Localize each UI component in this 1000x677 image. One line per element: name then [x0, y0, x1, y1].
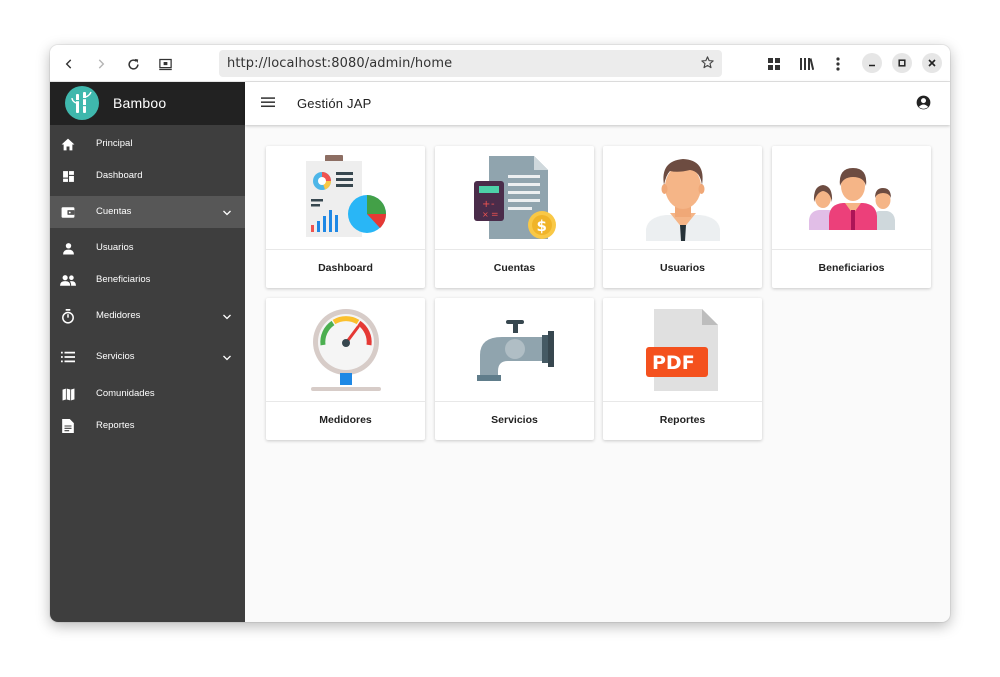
address-bar[interactable]: http://localhost:8080/admin/home: [219, 50, 722, 77]
sidebar-item-cuentas[interactable]: Cuentas: [50, 196, 245, 228]
sidebar-item-medidores[interactable]: Medidores: [50, 300, 245, 332]
app-bar: Gestión JAP: [245, 82, 950, 125]
pdf-file-illustration: PDF: [603, 298, 762, 402]
water-faucet-illustration: [435, 298, 594, 402]
timer-icon: [60, 308, 76, 324]
svg-text:×: ×: [482, 210, 489, 219]
sidebar-item-label: Comunidades: [96, 388, 155, 399]
sidebar-item-label: Usuarios: [96, 242, 134, 253]
chevron-down-icon[interactable]: [221, 310, 233, 322]
sidebar-item-label: Servicios: [96, 351, 135, 362]
person-icon: [60, 240, 76, 256]
more-vertical-icon: [836, 57, 840, 71]
pressure-gauge-illustration: [266, 298, 425, 402]
chevron-down-icon[interactable]: [221, 351, 233, 363]
minimize-button[interactable]: [862, 53, 882, 73]
sidebar-item-label: Dashboard: [96, 170, 143, 181]
screen-icon: [158, 58, 172, 70]
extensions-button[interactable]: [763, 53, 785, 75]
sidebar-item-comunidades[interactable]: Comunidades: [50, 378, 245, 410]
card-label: Usuarios: [660, 262, 705, 274]
close-icon: [928, 59, 936, 67]
back-button[interactable]: [58, 53, 80, 75]
sidebar-item-label: Reportes: [96, 420, 135, 431]
sidebar-item-usuarios[interactable]: Usuarios: [50, 232, 245, 264]
map-icon: [60, 386, 76, 402]
maximize-icon: [898, 59, 906, 67]
invoice-calculator-illustration: + - × = $: [435, 146, 594, 250]
bookmark-star-icon[interactable]: [700, 55, 715, 75]
card-label: Beneficiarios: [818, 262, 885, 274]
card-usuarios[interactable]: Usuarios: [603, 146, 762, 288]
card-label: Servicios: [491, 414, 538, 426]
svg-text:PDF: PDF: [652, 352, 695, 374]
svg-text:=: =: [491, 210, 499, 220]
reload-button[interactable]: [122, 53, 144, 75]
grid-icon: [768, 58, 780, 70]
forward-button[interactable]: [90, 53, 112, 75]
sidebar-item-principal[interactable]: Principal: [50, 128, 245, 160]
list-icon: [60, 349, 76, 365]
account-circle-icon[interactable]: [916, 95, 932, 111]
home-icon: [60, 136, 76, 152]
sidebar-brand[interactable]: Bamboo: [50, 82, 245, 125]
svg-text:-: -: [491, 199, 495, 210]
card-beneficiarios[interactable]: Beneficiarios: [772, 146, 931, 288]
screen-cast-button[interactable]: [154, 53, 176, 75]
chevron-left-icon: [65, 59, 72, 69]
library-icon: [799, 58, 814, 71]
url-text: http://localhost:8080/admin/home: [227, 56, 453, 71]
sidebar-item-label: Principal: [96, 138, 133, 149]
svg-text:$: $: [536, 217, 546, 235]
browser-toolbar: http://localhost:8080/admin/home: [50, 45, 950, 82]
sidebar-item-label: Medidores: [96, 310, 141, 321]
chevron-right-icon: [98, 59, 105, 69]
sidebar-item-beneficiarios[interactable]: Beneficiarios: [50, 264, 245, 296]
card-cuentas[interactable]: + - × = $ Cuentas: [435, 146, 594, 288]
sidebar-item-servicios[interactable]: Servicios: [50, 341, 245, 373]
chevron-down-icon[interactable]: [221, 206, 233, 218]
close-window-button[interactable]: [922, 53, 942, 73]
card-label: Medidores: [319, 414, 372, 426]
menu-button[interactable]: [827, 53, 849, 75]
hamburger-menu-icon[interactable]: [261, 95, 277, 111]
people-icon: [60, 272, 76, 288]
sidebar: Bamboo Principal Dashboard Cuentas Usuar…: [50, 82, 245, 622]
family-illustration: [772, 146, 931, 250]
dashboard-chart-illustration: [266, 146, 425, 250]
maximize-button[interactable]: [892, 53, 912, 73]
sidebar-item-dashboard[interactable]: Dashboard: [50, 160, 245, 192]
card-servicios[interactable]: Servicios: [435, 298, 594, 440]
card-label: Dashboard: [318, 262, 373, 274]
brand-name: Bamboo: [113, 95, 167, 111]
card-label: Reportes: [659, 414, 706, 426]
card-dashboard[interactable]: Dashboard: [266, 146, 425, 288]
sidebar-item-label: Cuentas: [96, 206, 132, 217]
minimize-icon: [869, 64, 875, 67]
card-label: Cuentas: [493, 262, 536, 274]
sidebar-item-reportes[interactable]: Reportes: [50, 410, 245, 442]
dashboard-icon: [60, 168, 76, 184]
document-icon: [60, 418, 76, 434]
sidebar-item-label: Beneficiarios: [96, 274, 151, 285]
card-reportes[interactable]: PDF Reportes: [603, 298, 762, 440]
wallet-icon: [60, 204, 76, 220]
card-medidores[interactable]: Medidores: [266, 298, 425, 440]
library-button[interactable]: [795, 53, 817, 75]
user-avatar-illustration: [603, 146, 762, 250]
svg-text:+: +: [482, 199, 490, 210]
page-title: Gestión JAP: [297, 96, 372, 111]
reload-icon: [127, 58, 139, 70]
bamboo-logo-icon: [65, 86, 99, 120]
browser-window: http://localhost:8080/admin/home Bamboo …: [50, 45, 950, 622]
